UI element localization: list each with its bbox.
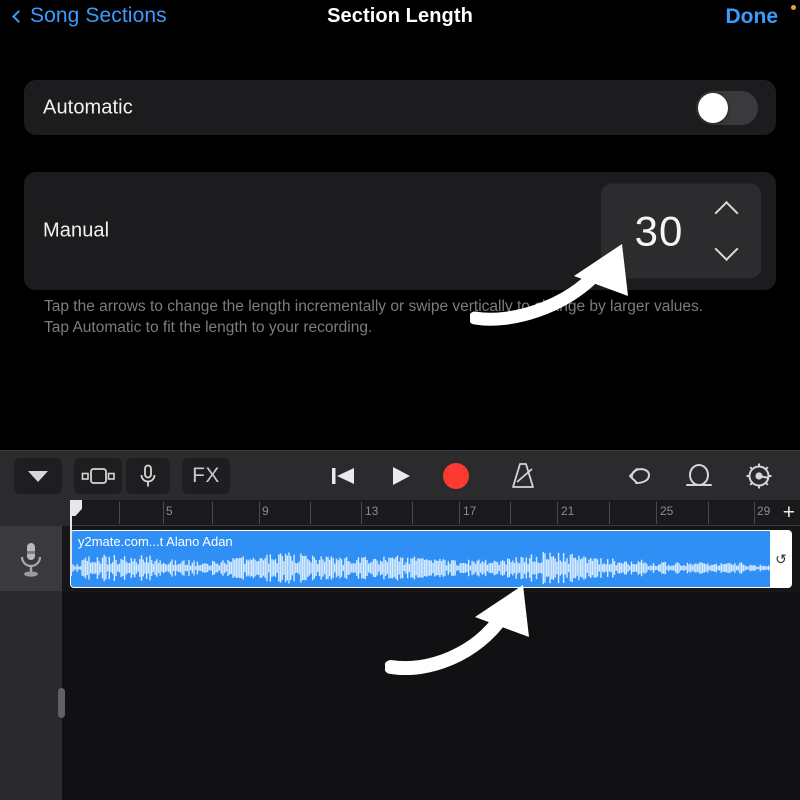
rewind-to-start-icon xyxy=(332,468,354,484)
ruler-tick-5: 5 xyxy=(166,504,173,518)
manual-length-stepper[interactable]: 30 xyxy=(601,183,761,279)
manual-label: Manual xyxy=(43,219,110,242)
hint-text: Tap the arrows to change the length incr… xyxy=(44,296,764,338)
automatic-label: Automatic xyxy=(43,96,133,118)
microphone-icon xyxy=(140,464,156,487)
navigation-menu-button[interactable] xyxy=(14,458,62,494)
microphone-icon xyxy=(20,543,42,577)
loop-region-icon[interactable]: ↺ xyxy=(770,531,791,587)
track-headers-column xyxy=(0,592,62,800)
metronome-button[interactable] xyxy=(498,458,548,494)
app-root: Song Sections Section Length Done Automa… xyxy=(0,0,800,800)
track-lane[interactable]: y2mate.com...t Alano Adan ↺ xyxy=(62,526,800,592)
loop-browser-button[interactable] xyxy=(676,458,722,494)
page-title: Section Length xyxy=(327,5,473,27)
hint-line-1: Tap the arrows to change the length incr… xyxy=(44,298,704,315)
manual-row[interactable]: Manual 30 xyxy=(24,172,776,290)
hint-line-2: Tap Automatic to fit the length to your … xyxy=(44,319,373,336)
ruler-tick-17: 17 xyxy=(463,504,477,518)
triangle-down-icon xyxy=(28,471,48,482)
panel-resize-handle[interactable] xyxy=(58,688,65,718)
empty-track-area xyxy=(62,592,800,800)
transport-toolbar: FX xyxy=(0,450,800,500)
metronome-icon xyxy=(512,463,534,488)
fx-button-label: FX xyxy=(192,464,220,487)
timeline-ruler[interactable]: 5 9 13 17 21 25 29 + xyxy=(0,500,800,526)
navigation-bar: Song Sections Section Length Done xyxy=(0,0,800,42)
stepper-arrows xyxy=(714,184,741,279)
gear-icon xyxy=(746,463,772,489)
track-header[interactable] xyxy=(0,526,62,592)
audio-region-title: y2mate.com...t Alano Adan xyxy=(78,534,233,549)
automatic-row[interactable]: Automatic xyxy=(24,80,776,135)
ruler-tick-21: 21 xyxy=(561,504,575,518)
toggle-knob xyxy=(698,92,728,123)
tracks-view-button[interactable] xyxy=(74,458,122,494)
done-button[interactable]: Done xyxy=(726,5,779,29)
chevron-down-icon[interactable] xyxy=(714,236,739,262)
ruler-tick-29: 29 xyxy=(757,504,771,518)
settings-button[interactable] xyxy=(736,458,782,494)
garageband-tracks-area: FX 5 9 13 17 21 25 29 + y2mate.com...t A… xyxy=(0,450,800,800)
play-button[interactable] xyxy=(378,458,424,494)
section-length-sheet: Song Sections Section Length Done Automa… xyxy=(0,0,800,450)
automatic-toggle[interactable] xyxy=(696,90,758,125)
fx-button[interactable]: FX xyxy=(182,458,230,494)
record-icon xyxy=(443,463,469,489)
loop-icon xyxy=(686,464,712,486)
play-icon xyxy=(393,467,410,485)
add-track-button[interactable]: + xyxy=(783,502,795,523)
record-button[interactable] xyxy=(432,458,480,494)
rewind-button[interactable] xyxy=(320,458,366,494)
waveform xyxy=(71,551,791,585)
chevron-up-icon[interactable] xyxy=(714,200,739,226)
ruler-header xyxy=(0,500,70,526)
undo-button[interactable] xyxy=(616,458,662,494)
tracks-view-icon xyxy=(81,468,115,484)
manual-length-value: 30 xyxy=(634,207,684,254)
ruler-tick-25: 25 xyxy=(660,504,674,518)
status-indicator-dot xyxy=(791,5,796,10)
audio-region[interactable]: y2mate.com...t Alano Adan ↺ xyxy=(70,530,792,588)
instrument-button[interactable] xyxy=(126,458,170,494)
ruler-tick-9: 9 xyxy=(262,504,269,518)
ruler-tick-13: 13 xyxy=(365,504,379,518)
undo-arrow-icon xyxy=(629,468,651,484)
